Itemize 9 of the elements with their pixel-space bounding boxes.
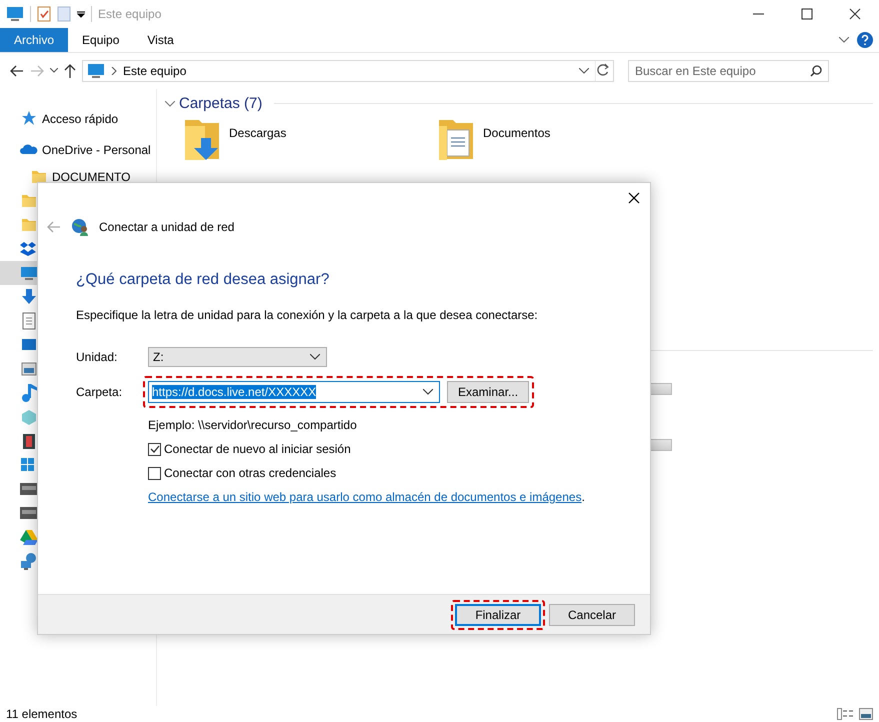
example-text: Ejemplo: \\servidor\recurso_compartido xyxy=(148,418,358,432)
instruction-text: Especifique la letra de unidad para la conexión y la carpeta a la que desea conectarse: xyxy=(76,308,539,322)
dialog-heading: ¿Qué carpeta de red desea asignar? xyxy=(76,271,330,289)
field-label: Carpeta: xyxy=(76,385,124,399)
link-sentence: Conectarse a un sitio web para usarlo como almacén de documentos e imágenes. xyxy=(148,490,586,504)
status-text: 11 elementos xyxy=(6,707,78,721)
dialog-title: Conectar a unidad de red xyxy=(99,220,234,234)
field-label: Unidad: xyxy=(76,350,118,364)
window-title: Este equipo xyxy=(98,7,162,21)
